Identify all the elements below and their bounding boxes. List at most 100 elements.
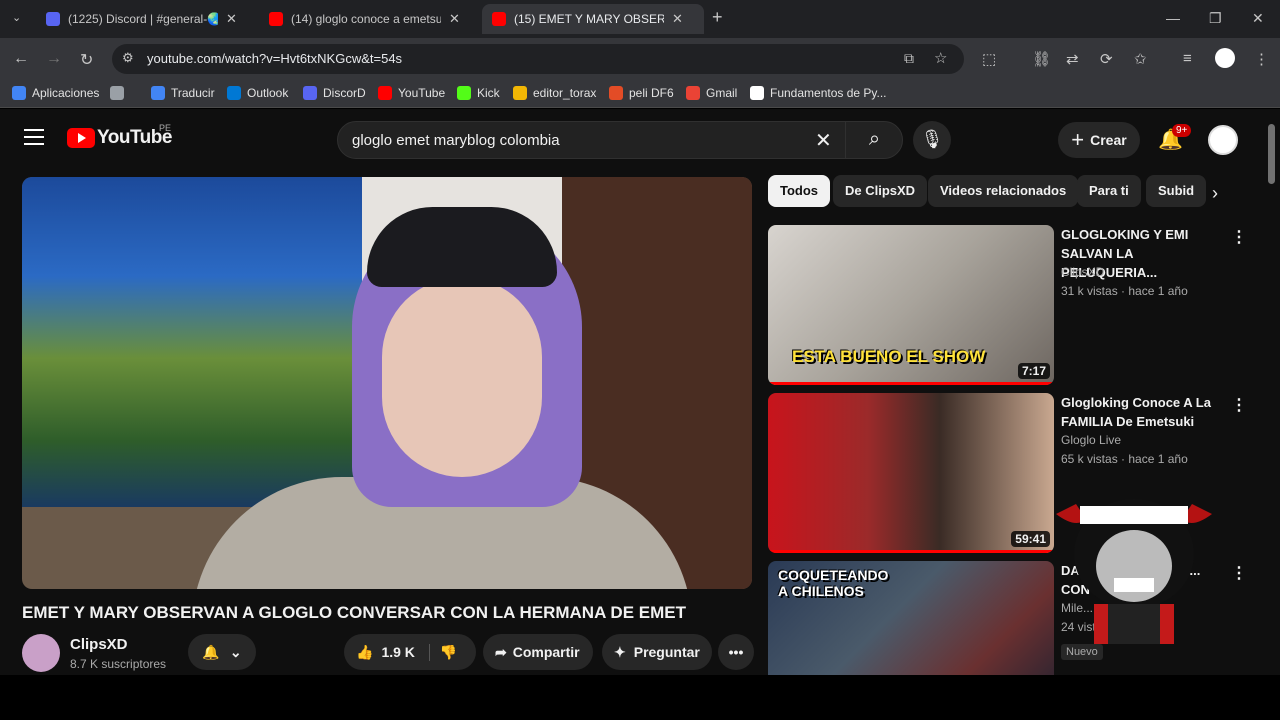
- site-info-icon[interactable]: ⚙: [122, 50, 134, 66]
- notification-badge: 9+: [1172, 124, 1192, 137]
- chip-de-clipsxd[interactable]: De ClipsXD: [833, 175, 928, 207]
- bookmark-label: editor_torax: [533, 86, 597, 100]
- tab-title: (14) gloglo conoce a emetsuki: [291, 12, 441, 26]
- outlook-favicon-icon: [227, 86, 241, 100]
- watch-progress-bar: [768, 382, 1054, 385]
- media-control-icon[interactable]: ≡: [1183, 50, 1192, 67]
- page-scrollbar-thumb[interactable]: [1268, 124, 1275, 184]
- filter-chips: Todos De ClipsXD Videos relacionados Par…: [768, 175, 1228, 207]
- discord-favicon-icon: [46, 12, 60, 26]
- profile-icon[interactable]: [1215, 48, 1235, 68]
- bookmark-fundamentos[interactable]: Fundamentos de Py...: [750, 86, 887, 100]
- plus-icon: +: [1071, 127, 1085, 152]
- bookmark-star-icon[interactable]: ☆: [934, 49, 947, 67]
- close-tab-icon[interactable]: ✕: [226, 11, 237, 27]
- film-favicon-icon: [609, 86, 623, 100]
- youtube-favicon-icon: [269, 12, 283, 26]
- bookmark-label: DiscorD: [323, 86, 366, 100]
- reload-icon[interactable]: ↻: [80, 50, 93, 70]
- youtube-logo[interactable]: YouTube PE: [67, 123, 172, 149]
- chip-para-ti[interactable]: Para ti: [1077, 175, 1141, 207]
- extensions-icon[interactable]: ⬚: [982, 50, 996, 68]
- video-thumbnail[interactable]: COQUETEANDO A CHILENOS: [768, 561, 1054, 675]
- country-code: PE: [159, 123, 172, 133]
- clear-search-icon[interactable]: ✕: [815, 128, 832, 153]
- video-thumbnail[interactable]: ESTA BUENO EL SHOW 7:17: [768, 225, 1054, 385]
- hamburger-menu-icon[interactable]: [24, 129, 44, 150]
- bookmark-outlook[interactable]: Outlook: [227, 86, 288, 100]
- video-thumbnail[interactable]: 59:41: [768, 393, 1054, 553]
- more-vert-icon[interactable]: ⋮: [1231, 395, 1247, 415]
- bookmark-grid[interactable]: [110, 86, 130, 100]
- back-icon[interactable]: ←: [13, 50, 29, 68]
- folder-icon: [513, 86, 527, 100]
- new-tab-button[interactable]: +: [712, 7, 723, 28]
- kick-favicon-icon: [457, 86, 471, 100]
- maximize-icon[interactable]: ❐: [1209, 10, 1222, 27]
- like-dislike-group: 👍 1.9 K 👎: [344, 634, 476, 670]
- channel-name[interactable]: ClipsXD: [70, 636, 128, 653]
- search-box[interactable]: gloglo emet maryblog colombia ✕ ⌕: [337, 121, 903, 159]
- chips-next-icon[interactable]: ›: [1212, 183, 1218, 204]
- close-tab-icon[interactable]: ✕: [672, 11, 683, 27]
- bookmark-gmail[interactable]: Gmail: [686, 86, 737, 100]
- recommendation-meta: 31 k vistas · hace 1 año: [1061, 284, 1188, 298]
- ask-button[interactable]: ✦ Preguntar: [602, 634, 712, 670]
- bookmark-discord[interactable]: DiscorD: [303, 86, 366, 100]
- search-button[interactable]: ⌕: [845, 122, 903, 158]
- bookmark-youtube[interactable]: YouTube: [378, 86, 445, 100]
- tab-discord[interactable]: (1225) Discord | #general-🌏 | ... ✕: [36, 4, 247, 34]
- bookmark-label: peli DF6: [629, 86, 674, 100]
- voice-search-icon[interactable]: 🎙: [913, 121, 951, 159]
- video-player[interactable]: [22, 177, 752, 589]
- refresh-ext-icon[interactable]: ⟳: [1100, 50, 1113, 68]
- recommendation-item[interactable]: ESTA BUENO EL SHOW 7:17 GLOGLOKING Y EMI…: [768, 225, 1258, 385]
- user-avatar[interactable]: [1208, 125, 1238, 155]
- close-tab-icon[interactable]: ✕: [449, 11, 460, 27]
- more-vert-icon[interactable]: ⋮: [1231, 227, 1247, 247]
- minimize-icon[interactable]: —: [1166, 10, 1180, 26]
- chip-videos-relacionados[interactable]: Videos relacionados: [928, 175, 1079, 207]
- tab-gloglo-conoce[interactable]: (14) gloglo conoce a emetsuki ✕: [259, 4, 470, 34]
- share-button[interactable]: ➦ Compartir: [483, 634, 593, 670]
- bookmark-kick[interactable]: Kick: [457, 86, 500, 100]
- chip-subidos[interactable]: Subid: [1146, 175, 1207, 207]
- subscriber-count: 8.7 K suscriptores: [70, 657, 167, 671]
- video-duration: 59:41: [1011, 531, 1050, 547]
- tab-search-chevron-icon[interactable]: ⌄: [12, 11, 21, 24]
- like-icon[interactable]: 👍: [356, 644, 373, 661]
- translate-icon[interactable]: ⇄: [1066, 50, 1079, 68]
- create-button[interactable]: + Crear: [1058, 122, 1140, 158]
- like-count[interactable]: 1.9 K: [381, 644, 414, 660]
- search-input[interactable]: gloglo emet maryblog colombia: [352, 132, 560, 149]
- tab-title: (1225) Discord | #general-🌏 | ...: [68, 12, 218, 26]
- recommendation-title[interactable]: Glogloking Conoce A La FAMILIA De Emetsu…: [1061, 393, 1231, 431]
- recommendation-channel[interactable]: ClipsXD: [1061, 265, 1104, 279]
- install-app-icon[interactable]: ⧉: [904, 50, 914, 67]
- grid-icon: [110, 86, 124, 100]
- close-window-icon[interactable]: ✕: [1252, 10, 1264, 27]
- browser-toolbar: ← → ↻ ⚙ youtube.com/watch?v=Hvt6txNKGcw&…: [0, 38, 1280, 80]
- channel-avatar[interactable]: [22, 634, 60, 672]
- chip-todos[interactable]: Todos: [768, 175, 831, 207]
- sparkle-icon: ✦: [614, 643, 626, 660]
- address-bar[interactable]: ⚙ youtube.com/watch?v=Hvt6txNKGcw&t=54s …: [112, 44, 964, 74]
- favorites-icon[interactable]: ✩: [1134, 50, 1147, 68]
- notifications-toggle-button[interactable]: 🔔 ⌄: [188, 634, 256, 670]
- bookmark-traducir[interactable]: Traducir: [151, 86, 215, 100]
- dislike-icon[interactable]: 👎: [428, 643, 457, 661]
- bookmark-label: YouTube: [398, 86, 446, 100]
- bookmark-aplicaciones[interactable]: Aplicaciones: [12, 86, 99, 100]
- link-icon[interactable]: ⛓: [1032, 50, 1051, 68]
- create-label: Crear: [1090, 132, 1127, 148]
- chrome-menu-icon[interactable]: ⋮: [1254, 50, 1269, 68]
- forward-icon[interactable]: →: [46, 50, 62, 68]
- bookmark-peli-df6[interactable]: peli DF6: [609, 86, 674, 100]
- tab-emet-y-mary[interactable]: (15) EMET Y MARY OBSERVAN A... ✕: [482, 4, 704, 34]
- bookmark-label: Fundamentos de Py...: [770, 86, 887, 100]
- recommendation-channel[interactable]: Gloglo Live: [1061, 433, 1121, 447]
- more-vert-icon[interactable]: ⋮: [1231, 563, 1247, 583]
- more-actions-button[interactable]: •••: [718, 634, 754, 670]
- video-frame-hat: [367, 207, 557, 287]
- bookmark-editor-torax[interactable]: editor_torax: [513, 86, 596, 100]
